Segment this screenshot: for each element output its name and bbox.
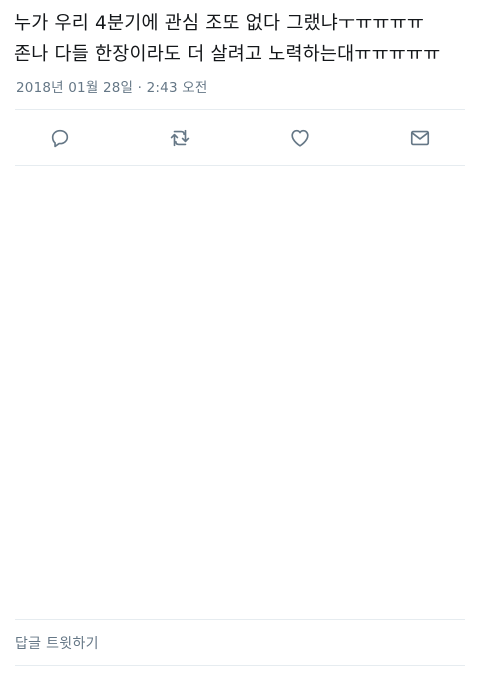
retweet-icon (170, 129, 190, 147)
divider-top (15, 109, 465, 110)
tweet-actions-bar (0, 122, 480, 154)
divider-below-actions (15, 165, 465, 166)
tweet-timestamp[interactable]: 2018년 01월 28일 · 2:43 오전 (16, 76, 207, 96)
reply-button[interactable] (44, 122, 76, 154)
reply-input[interactable]: 답글 트윗하기 (15, 620, 465, 665)
tweet-text: 누가 우리 4분기에 관심 조또 없다 그랬냐ㅜㅠㅠㅠㅠ 존나 다들 한장이라도… (14, 13, 441, 65)
heart-icon (291, 129, 309, 147)
direct-message-button[interactable] (404, 122, 436, 154)
like-button[interactable] (284, 122, 316, 154)
envelope-icon (410, 130, 430, 146)
divider-below-reply (15, 665, 465, 666)
reply-icon (51, 129, 69, 148)
retweet-button[interactable] (164, 122, 196, 154)
